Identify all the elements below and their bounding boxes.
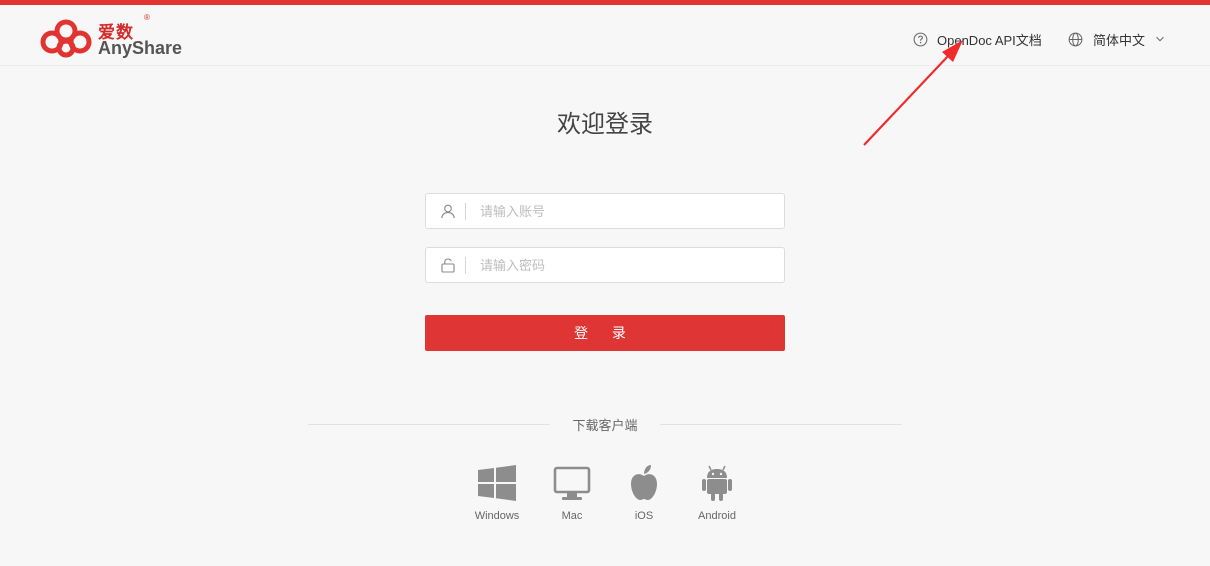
download-section-title: 下载客户端	[572, 418, 638, 433]
download-mac[interactable]: Mac	[537, 463, 607, 522]
divider-left	[308, 424, 550, 425]
page-title: 欢迎登录	[557, 111, 653, 138]
user-icon	[441, 204, 455, 219]
download-windows[interactable]: Windows	[462, 463, 532, 522]
logo-text-en: AnyShare	[98, 38, 183, 58]
field-divider	[465, 203, 466, 220]
password-field[interactable]	[425, 247, 785, 283]
question-circle-icon	[913, 32, 928, 46]
monitor-icon	[553, 466, 591, 500]
opendoc-api-label: OpenDoc API文档	[937, 32, 1042, 48]
apple-icon	[631, 465, 657, 500]
field-divider	[465, 257, 466, 274]
login-button[interactable]: 登 录	[425, 315, 785, 351]
opendoc-api-link[interactable]: OpenDoc API文档	[913, 29, 1042, 49]
client-label: Mac	[561, 510, 583, 522]
lock-icon	[441, 258, 455, 273]
download-android[interactable]: Android	[682, 463, 752, 522]
header: 爱数 ® AnyShare OpenDoc API文档 简体中文	[0, 5, 1210, 66]
account-field[interactable]	[425, 193, 785, 229]
client-label: Windows	[474, 510, 520, 522]
language-label: 简体中文	[1093, 32, 1146, 48]
language-selector[interactable]: 简体中文	[1068, 29, 1165, 49]
globe-icon	[1068, 32, 1083, 46]
client-label: iOS	[634, 510, 654, 522]
divider-right	[660, 424, 902, 425]
logo-registered-mark: ®	[144, 13, 150, 22]
password-input[interactable]	[480, 248, 770, 282]
client-label: Android	[698, 510, 736, 522]
windows-icon	[478, 465, 516, 501]
account-input[interactable]	[480, 194, 770, 228]
chevron-down-icon	[1156, 36, 1164, 42]
android-icon	[702, 465, 732, 501]
download-ios[interactable]: iOS	[609, 463, 679, 522]
